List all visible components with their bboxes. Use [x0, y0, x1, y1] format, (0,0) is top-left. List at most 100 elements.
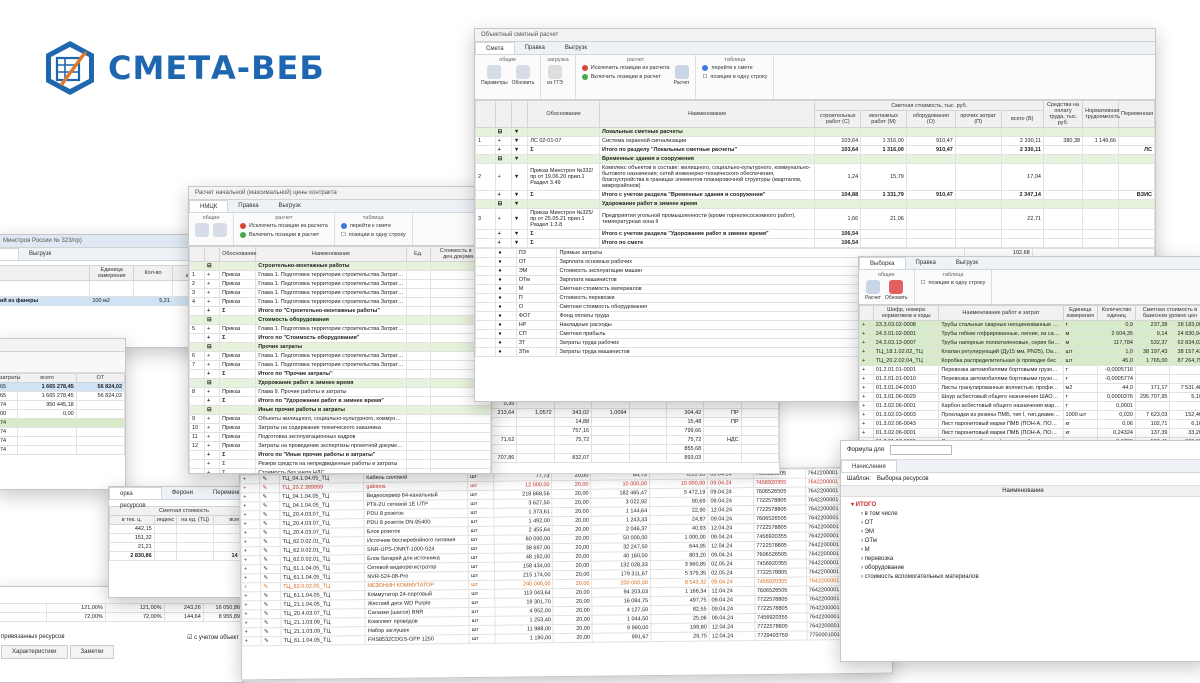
- with-object-checkbox[interactable]: ☑ с учетом объект: [187, 634, 239, 641]
- tab-edit[interactable]: Правка: [906, 257, 946, 269]
- tree-item[interactable]: › ОТм: [851, 536, 1195, 545]
- section-row[interactable]: ⊟Иные прочие работы и затраты: [190, 406, 491, 415]
- section-row[interactable]: ⊟▼Локальные сметные расчеты: [476, 128, 1155, 137]
- tree-item[interactable]: › перевозка: [851, 554, 1195, 563]
- table-row[interactable]: +ТЦ_18.1.02.02_ТЦКлапан регулирующий (Ду…: [860, 348, 1200, 357]
- tree-item[interactable]: › стоимость вспомогательных материалов: [851, 572, 1195, 581]
- exclude-option[interactable]: Исключить позиции из расчета: [240, 223, 328, 229]
- table-row[interactable]: 14,8815,48ПР: [480, 418, 779, 427]
- table-row[interactable]: +ΣРезерв средств на непредвиденные работ…: [190, 460, 491, 469]
- table-row[interactable]: +23.3.03.02-0008Трубы стальные сварные н…: [860, 321, 1200, 330]
- tab-characteristics[interactable]: Характеристики: [1, 645, 68, 659]
- tab-estimate[interactable]: Смета: [475, 42, 515, 54]
- table-row[interactable]: +ΣИтого по "Прочие затраты": [190, 370, 491, 379]
- tab-nmck[interactable]: НМЦК: [189, 200, 228, 212]
- tab-edit[interactable]: Правка: [515, 42, 555, 54]
- goto-estimate-option[interactable]: перейти к смете: [341, 223, 406, 229]
- table-row[interactable]: 72,00%72,00%144,648 955,89: [0, 613, 243, 622]
- tree-item[interactable]: ▾ ИТОГО: [851, 499, 1195, 509]
- table-row[interactable]: +01.3.01.06-0029Шнур асбестовый общего н…: [860, 393, 1200, 402]
- table-row[interactable]: 7+ПриказГлава 1. Подготовка территории с…: [190, 361, 491, 370]
- tab-export[interactable]: Выгрузк: [19, 248, 61, 260]
- section-row[interactable]: ⊟▼Временные здания и сооружения: [476, 155, 1155, 164]
- one-row-checkbox[interactable]: ☐ позиции в одну строку: [341, 232, 406, 238]
- tab-edit[interactable]: Правка: [228, 200, 268, 212]
- table-row[interactable]: +01.3.02.06-0001Лист паронитовый марки П…: [860, 429, 1200, 438]
- include-option[interactable]: Включить позиции в расчет: [240, 232, 328, 238]
- tab-export[interactable]: Выгрузк: [946, 257, 988, 269]
- table-row[interactable]: 707,86832,07893,03: [480, 454, 779, 463]
- table-row[interactable]: 74950 445,18: [0, 401, 125, 410]
- table-row[interactable]: +01.3.02.06-0001Карбон асбестовый общего…: [860, 402, 1200, 411]
- refresh-button[interactable]: [213, 223, 227, 238]
- tab-resource-summary[interactable]: орка ресурсов: [109, 487, 162, 499]
- table-row[interactable]: 651 665 278,4556 824,02: [0, 392, 125, 401]
- tree-item[interactable]: › М: [851, 545, 1195, 554]
- table-row[interactable]: 71,6275,7275,72НДС: [480, 436, 779, 445]
- section-row[interactable]: ⊟▼Удорожание работ в зимнее время: [476, 200, 1155, 209]
- table-row[interactable]: 442,15585,46: [110, 525, 259, 534]
- table-row[interactable]: 6+ПриказГлава 1. Подготовка территории с…: [190, 352, 491, 361]
- section-row[interactable]: ⊟Прочие затраты: [190, 343, 491, 352]
- table-row[interactable]: 9+ПриказОбъекты жилищного, социально-кул…: [190, 415, 491, 424]
- section-row[interactable]: ⊟Удорожание работ в зимнее время: [190, 379, 491, 388]
- tab-edit[interactable]: [0, 248, 19, 260]
- table-row[interactable]: +24.3.01.02-0001Трубы гибкие гофрированн…: [860, 330, 1200, 339]
- table-row[interactable]: 5+ПриказГлава 1. Подготовка территории с…: [190, 325, 491, 334]
- params-button[interactable]: [195, 223, 209, 238]
- table-row[interactable]: +ΣИтого по "Стоимость оборудования": [190, 334, 491, 343]
- table-row[interactable]: 2 830,8614 785,57: [110, 552, 259, 561]
- tree-item[interactable]: › ОТ: [851, 518, 1195, 527]
- table-row[interactable]: 8+ПриказГлава 9. Прочие работы и затраты: [190, 388, 491, 397]
- section-row[interactable]: ⊟Строительно-монтажные работы: [190, 262, 491, 271]
- total-row[interactable]: +▼ΣИтого по смете106,54: [476, 239, 1155, 248]
- section-row[interactable]: ⊟Стоимость оборудования: [190, 316, 491, 325]
- table-row[interactable]: 121,00%121,00%243,2616 050,86: [0, 604, 243, 613]
- table-row[interactable]: 651 665 278,4556 824,02: [0, 383, 125, 392]
- table-row[interactable]: 1+ПриказГлава 1. Подготовка территории с…: [190, 271, 491, 280]
- table-row[interactable]: 3+ПриказГлава 1. Подготовка территории с…: [190, 289, 491, 298]
- tab-export[interactable]: Выгрузк: [555, 42, 597, 54]
- calc-button[interactable]: Расчет: [674, 65, 690, 86]
- include-option[interactable]: Включить позиции в расчет: [582, 74, 670, 80]
- table-row[interactable]: 11+ПриказПодготовка эксплуатационных кад…: [190, 433, 491, 442]
- table-row[interactable]: +ΣИтого по "Удорожание работ в зимнее вр…: [190, 397, 491, 406]
- table-row[interactable]: +ТЦ_20.2.02.04_ТЦКоробка распределительн…: [860, 357, 1200, 366]
- table-row[interactable]: 000,00: [0, 410, 125, 419]
- total-row[interactable]: +▼ΣИтого с учетом раздела "Удорожание ра…: [476, 230, 1155, 239]
- table-row[interactable]: +ΣСтоимость без учета НДС: [190, 469, 491, 475]
- refresh-button[interactable]: Обновить: [512, 65, 535, 86]
- table-row[interactable]: 4+ПриказГлава 1. Подготовка территории с…: [190, 298, 491, 307]
- table-row[interactable]: 74: [0, 428, 125, 437]
- refresh-button[interactable]: Обновить: [885, 280, 908, 301]
- table-row[interactable]: +01.2.01.01-0001Перевозка автомобилями б…: [860, 366, 1200, 375]
- tree-item[interactable]: › в том числе: [851, 509, 1195, 518]
- table-row[interactable]: +01.3.02.03-0003Прокладки из резины ПМБ,…: [860, 411, 1200, 420]
- tab-accruals[interactable]: Начисления: [841, 460, 897, 472]
- total-row[interactable]: +▼ΣИтого с учетом раздела "Временные зда…: [476, 191, 1155, 200]
- table-row[interactable]: 1+▼ЛС 02-01-07Система охранной сигнализа…: [476, 137, 1155, 146]
- table-row[interactable]: 21,2161,41: [110, 543, 259, 552]
- table-row[interactable]: +01.3.02.06-0043Лист паронитовый марки П…: [860, 420, 1200, 429]
- table-row[interactable]: +ΣИтого по "Строительно-монтажные работы…: [190, 307, 491, 316]
- table-row[interactable]: 10+ПриказЗатраты на содержание техническ…: [190, 424, 491, 433]
- table-row[interactable]: +01.3.01.04-0010Листы гранулированные во…: [860, 384, 1200, 393]
- one-row-checkbox[interactable]: ☐ позиции в одну строку: [921, 280, 986, 286]
- table-row[interactable]: 151,32173,29: [110, 534, 259, 543]
- tab-ferony[interactable]: Ферони: [162, 487, 203, 499]
- table-row[interactable]: 2+ПриказГлава 1. Подготовка территории с…: [190, 280, 491, 289]
- table-row[interactable]: +ΣИтого по "Иные прочие работы и затраты…: [190, 451, 491, 460]
- table-row[interactable]: 74: [0, 437, 125, 446]
- calc-button[interactable]: Расчет: [865, 280, 881, 301]
- tab-selection[interactable]: Выборка: [859, 257, 906, 269]
- table-row[interactable]: 855,68: [480, 445, 779, 454]
- table-row[interactable]: +24.3.03.13-0007Трубы напорные полиэтиле…: [860, 339, 1200, 348]
- params-button[interactable]: Параметры: [481, 65, 508, 86]
- goto-estimate-option[interactable]: перейти к смете: [702, 65, 767, 71]
- exclude-option[interactable]: Исключить позиции из расчета: [582, 65, 670, 71]
- table-row[interactable]: 74: [0, 419, 125, 428]
- tab-export[interactable]: Выгрузк: [269, 200, 311, 212]
- table-row[interactable]: +01.2.01.01-0010Перевозка автомобилями б…: [860, 375, 1200, 384]
- tree-item[interactable]: › оборудование: [851, 563, 1195, 572]
- import-gge-button[interactable]: из ГГЭ: [547, 65, 562, 86]
